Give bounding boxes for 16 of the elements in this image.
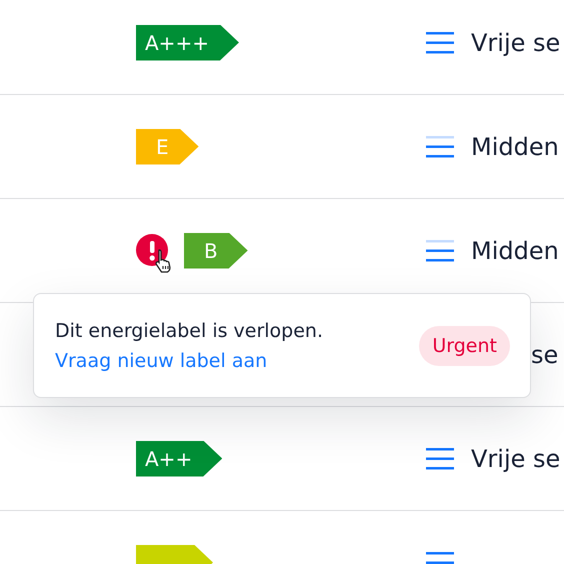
tooltip-message: Dit energielabel is verlopen. (55, 320, 324, 342)
row-title: Midden (471, 132, 559, 160)
menu-icon[interactable] (426, 240, 454, 262)
row-title: Vrije se (471, 28, 560, 56)
row-title: Midden (471, 236, 559, 264)
menu-icon[interactable] (426, 136, 454, 158)
energy-label: A+++ (136, 24, 239, 60)
menu-icon[interactable] (426, 32, 454, 54)
urgent-badge: Urgent (419, 326, 510, 366)
row-title: Vrije se (471, 444, 560, 472)
request-label-link[interactable]: Vraag nieuw label aan (55, 350, 324, 372)
row-title: se (531, 340, 558, 368)
energy-label: B (184, 232, 248, 268)
menu-icon[interactable] (426, 448, 454, 470)
energy-label: A++ (136, 440, 222, 476)
energy-label: E (136, 128, 199, 164)
